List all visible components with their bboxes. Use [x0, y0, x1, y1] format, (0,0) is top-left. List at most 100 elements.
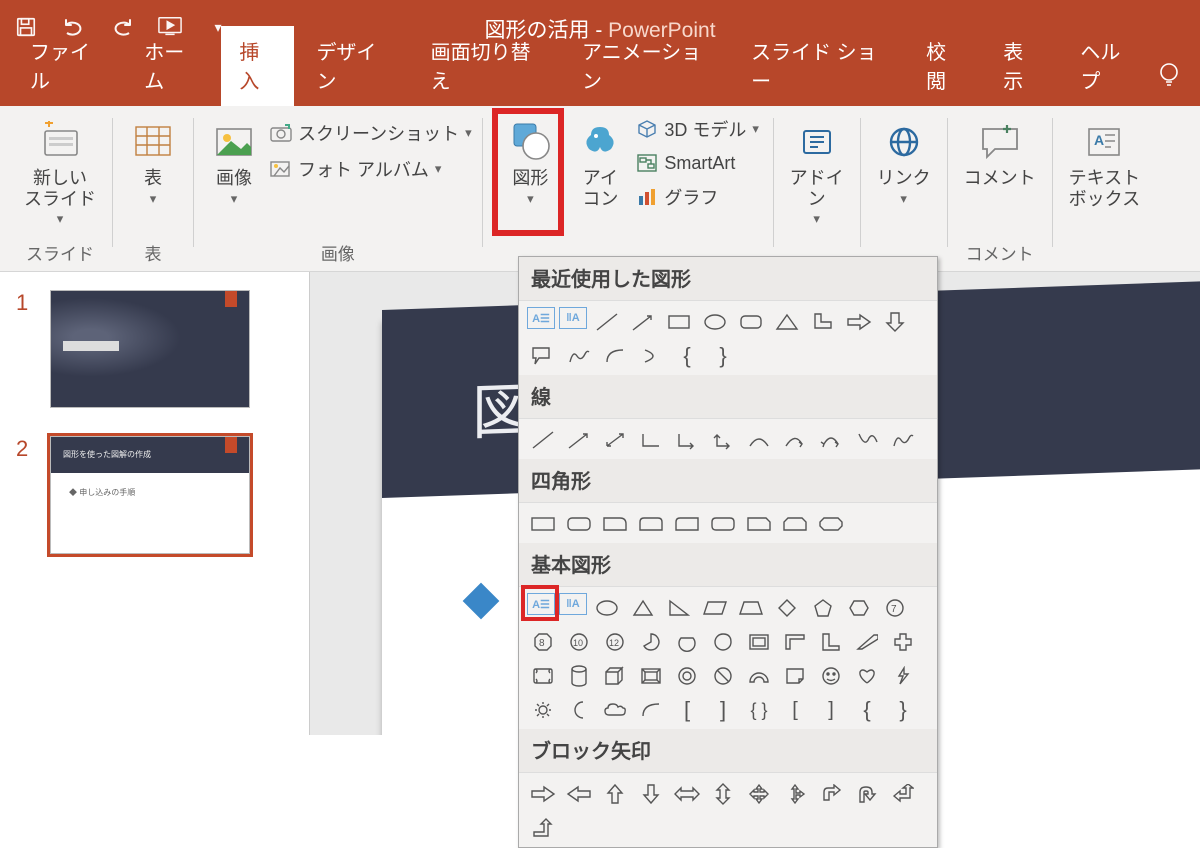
pictures-button[interactable]: 画像 ▾: [204, 114, 264, 211]
shape-callout[interactable]: [527, 341, 559, 371]
shape-triangle[interactable]: [771, 307, 803, 337]
thumbnail-row-2[interactable]: 2 図形を使った図解の作成 ◆ 申し込みの手順: [16, 436, 293, 554]
shape-bracket-lr[interactable]: [: [779, 695, 811, 725]
shape-ba-right[interactable]: [527, 779, 559, 809]
shape-curve-arrow[interactable]: [779, 425, 811, 455]
shape-rtri-b[interactable]: [663, 593, 695, 623]
shape-moon[interactable]: [563, 695, 595, 725]
shape-line-darrow[interactable]: [599, 425, 631, 455]
redo-icon[interactable]: [110, 15, 134, 39]
shape-rect[interactable]: [663, 307, 695, 337]
shape-rect-1[interactable]: [527, 509, 559, 539]
shape-hexagon[interactable]: [843, 593, 875, 623]
table-button[interactable]: 表 ▾: [123, 114, 183, 211]
shape-freeform[interactable]: [851, 425, 883, 455]
addins-button[interactable]: アドイ ン ▾: [784, 114, 850, 231]
shape-bracket-rl[interactable]: ]: [815, 695, 847, 725]
shape-rect-9[interactable]: [815, 509, 847, 539]
shape-nosymbol[interactable]: [707, 661, 739, 691]
save-icon[interactable]: [14, 15, 38, 39]
shape-textbox-h2[interactable]: A☰: [527, 593, 555, 615]
shape-ba-ud[interactable]: [707, 779, 739, 809]
photo-album-button[interactable]: フォト アルバム ▾: [270, 156, 472, 182]
shape-brace-l2[interactable]: {: [851, 695, 883, 725]
shape-ba-bent[interactable]: [815, 779, 847, 809]
shape-smiley[interactable]: [815, 661, 847, 691]
screenshot-button[interactable]: スクリーンショット ▾: [270, 120, 472, 146]
shape-curve-darrow[interactable]: [815, 425, 847, 455]
shape-arrow-down[interactable]: [879, 307, 911, 337]
shape-textbox-v[interactable]: ‖A: [559, 307, 587, 329]
shape-rect-8[interactable]: [779, 509, 811, 539]
shape-line[interactable]: [591, 307, 623, 337]
shape-chord[interactable]: [635, 341, 667, 371]
shape-ba-bentup[interactable]: [527, 813, 559, 843]
new-slide-button[interactable]: 新しい スライド ▾: [18, 114, 102, 231]
shape-l-shape[interactable]: [807, 307, 839, 337]
tab-help[interactable]: ヘルプ: [1062, 26, 1154, 106]
shape-cloud[interactable]: [599, 695, 631, 725]
shape-trap[interactable]: [735, 593, 767, 623]
shape-line-arrow[interactable]: [563, 425, 595, 455]
tab-view[interactable]: 表示: [985, 26, 1058, 106]
shape-brace-r2[interactable]: }: [887, 695, 919, 725]
shape-chord2[interactable]: [671, 627, 703, 657]
tab-insert[interactable]: 挿入: [221, 26, 294, 106]
shape-donut[interactable]: [671, 661, 703, 691]
shape-tri-b[interactable]: [627, 593, 659, 623]
shape-bevel[interactable]: [635, 661, 667, 691]
3d-models-button[interactable]: 3D モデル ▾: [636, 116, 759, 142]
shape-scribble2[interactable]: [887, 425, 919, 455]
textbox-button[interactable]: A テキスト ボックス: [1063, 114, 1146, 213]
shape-brace-l[interactable]: {: [671, 341, 703, 371]
shape-ba-down[interactable]: [635, 779, 667, 809]
link-button[interactable]: リンク ▾: [871, 114, 937, 211]
shape-elbow[interactable]: [635, 425, 667, 455]
shape-arc[interactable]: [599, 341, 631, 371]
smartart-button[interactable]: SmartArt: [636, 152, 759, 174]
shape-can[interactable]: [563, 661, 595, 691]
shape-rect-6[interactable]: [707, 509, 739, 539]
shape-textbox-h[interactable]: A☰: [527, 307, 555, 329]
shape-heptagon[interactable]: 7: [879, 593, 911, 623]
shape-ba-lud[interactable]: [779, 779, 811, 809]
shape-decagon[interactable]: 10: [563, 627, 595, 657]
shape-teardrop[interactable]: [707, 627, 739, 657]
shape-pentagon[interactable]: [807, 593, 839, 623]
shape-heart[interactable]: [851, 661, 883, 691]
tab-review[interactable]: 校閲: [908, 26, 981, 106]
shape-rect-7[interactable]: [743, 509, 775, 539]
shape-elbow-arrow[interactable]: [671, 425, 703, 455]
shape-lightning[interactable]: [887, 661, 919, 691]
thumbnail-2[interactable]: 図形を使った図解の作成 ◆ 申し込みの手順: [50, 436, 250, 554]
shape-diamond[interactable]: [771, 593, 803, 623]
shape-pie[interactable]: [635, 627, 667, 657]
shape-rect-4[interactable]: [635, 509, 667, 539]
shape-roundrect[interactable]: [735, 307, 767, 337]
shape-plus[interactable]: [887, 627, 919, 657]
shape-halfframe[interactable]: [779, 627, 811, 657]
start-from-beginning-icon[interactable]: [158, 15, 182, 39]
shape-ba-up[interactable]: [599, 779, 631, 809]
shape-rect-3[interactable]: [599, 509, 631, 539]
shape-ba-left[interactable]: [563, 779, 595, 809]
shape-frame[interactable]: [743, 627, 775, 657]
chart-button[interactable]: グラフ: [636, 184, 759, 210]
thumbnail-row-1[interactable]: 1: [16, 290, 293, 408]
shape-rect-5[interactable]: [671, 509, 703, 539]
shape-curve[interactable]: [743, 425, 775, 455]
shape-diagstripe[interactable]: [851, 627, 883, 657]
icons-button[interactable]: アイ コン: [570, 114, 630, 213]
shape-sun[interactable]: [527, 695, 559, 725]
slide-bullet[interactable]: [468, 588, 494, 614]
shape-dodecagon[interactable]: 12: [599, 627, 631, 657]
shape-oval-b[interactable]: [591, 593, 623, 623]
tell-me-icon[interactable]: [1158, 61, 1180, 106]
shape-bracket-r[interactable]: ]: [707, 695, 739, 725]
shape-ba-leftup[interactable]: [887, 779, 919, 809]
shapes-button[interactable]: 図形 ▾: [496, 114, 564, 211]
tab-slideshow[interactable]: スライド ショー: [733, 26, 904, 106]
shape-brace-pair[interactable]: { }: [743, 695, 775, 725]
shape-cube[interactable]: [599, 661, 631, 691]
shape-arrow-right[interactable]: [843, 307, 875, 337]
